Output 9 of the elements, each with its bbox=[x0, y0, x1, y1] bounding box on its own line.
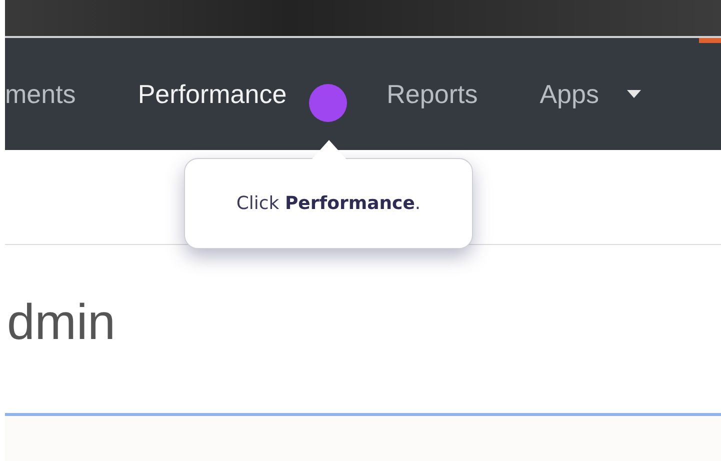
page-heading: dmin bbox=[7, 293, 116, 352]
accent-mark bbox=[699, 38, 721, 43]
caret-icon bbox=[626, 90, 641, 98]
nav-item[interactable]: ments bbox=[5, 78, 76, 110]
nav-item[interactable]: Reports bbox=[386, 78, 478, 110]
tooltip-text: Click Performance. bbox=[236, 193, 421, 214]
nav-item[interactable]: Performance bbox=[138, 78, 287, 110]
hotspot-dot bbox=[309, 84, 347, 122]
nav-item[interactable]: Apps bbox=[540, 78, 641, 110]
